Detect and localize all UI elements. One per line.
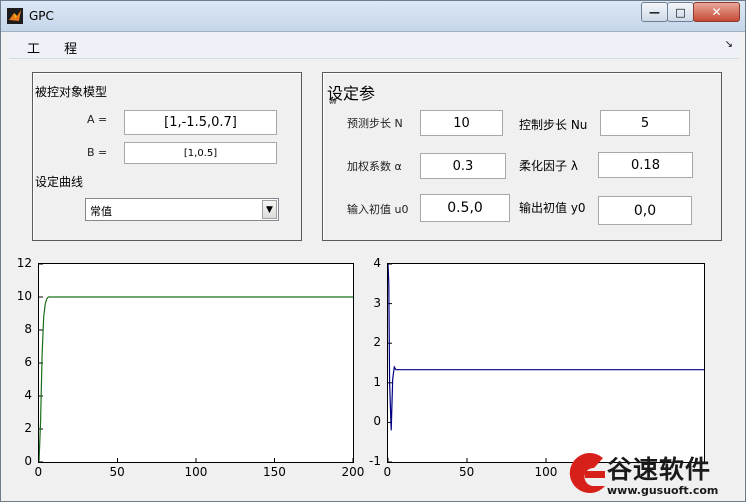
matlab-app-icon <box>7 8 23 24</box>
control-signal-svg <box>387 263 704 463</box>
y-tick-label: 0 <box>24 454 32 468</box>
main-window: GPC — □ ✕ 工 程 ↘ 被控对象模型 A = [1,-1.5,0.7] … <box>0 0 746 502</box>
window-title: GPC <box>29 9 54 23</box>
plant-model-heading: 被控对象模型 <box>35 85 108 99</box>
chevron-down-icon[interactable]: ▼ <box>262 200 277 219</box>
x-tick-label: 0 <box>34 465 43 479</box>
prediction-horizon-input[interactable]: 10 <box>420 110 503 136</box>
y-tick-label: 12 <box>16 256 32 270</box>
control-horizon-label: 控制步长 Nu <box>519 118 588 132</box>
b-polynomial-input[interactable]: [1,0.5] <box>124 142 277 164</box>
maximize-button[interactable]: □ <box>667 2 694 22</box>
maximize-icon: □ <box>675 5 686 19</box>
menu-bar: 工 程 ↘ <box>9 33 739 59</box>
y-tick-label: 10 <box>16 289 32 303</box>
title-bar: GPC — □ ✕ <box>1 1 745 32</box>
x-tick-label: 150 <box>263 465 286 479</box>
toolbar-toggle-icon[interactable]: ↘ <box>725 39 733 50</box>
x-tick-label: 50 <box>459 465 475 479</box>
series-line <box>38 296 353 463</box>
y-tick-label: 1 <box>373 374 381 389</box>
softening-factor-input[interactable]: 0.18 <box>598 152 693 178</box>
a-polynomial-input[interactable]: [1,-1.5,0.7] <box>124 110 277 135</box>
initial-output-field[interactable]: 0,0 <box>598 196 692 225</box>
minimize-icon: — <box>649 5 660 19</box>
close-button[interactable]: ✕ <box>693 2 740 22</box>
close-icon: ✕ <box>711 5 722 19</box>
output-response-plot <box>38 263 354 463</box>
site-logo-icon <box>569 453 605 494</box>
watermark-title: 谷速软件 <box>607 455 712 484</box>
y-tick-label: 6 <box>24 355 32 369</box>
output-response-svg <box>38 263 354 463</box>
initial-output-label: 输出初值 y0 <box>519 201 586 215</box>
initial-input-label: 输入初值 u0 <box>347 203 409 216</box>
watermark-url: www.gusuoft.com <box>607 484 719 497</box>
y-tick-label: 8 <box>24 322 32 336</box>
y-tick-label: 4 <box>24 388 32 402</box>
y-tick-label: 0 <box>373 414 381 429</box>
y-tick-label: 3 <box>373 295 381 310</box>
weighting-coefficient-input[interactable]: 0.3 <box>420 153 506 179</box>
initial-input-field[interactable]: 0.5,0 <box>420 194 510 222</box>
series-line <box>387 263 704 431</box>
site-watermark: 谷速软件 www.gusuoft.com <box>563 446 746 502</box>
setpoint-curve-label: 设定曲线 <box>35 175 84 189</box>
tuning-params-heading-overflow: 数 <box>329 98 337 104</box>
control-signal-plot <box>387 263 705 463</box>
minimize-button[interactable]: — <box>641 2 668 22</box>
control-horizon-input[interactable]: 5 <box>600 110 690 136</box>
y-tick-label: 4 <box>373 256 381 270</box>
y-tick-label: 2 <box>373 335 381 350</box>
b-label: B = <box>87 146 108 159</box>
prediction-horizon-label: 预测步长 N <box>347 117 403 130</box>
x-tick-label: 100 <box>184 465 208 479</box>
weighting-coefficient-label: 加权系数 α <box>347 160 402 173</box>
x-tick-label: 50 <box>109 465 125 479</box>
setpoint-curve-value: 常值 <box>90 205 112 218</box>
x-tick-label: 0 <box>383 465 392 479</box>
y-tick-label: -1 <box>369 454 381 468</box>
menu-item-project[interactable]: 工 程 <box>27 38 87 57</box>
x-tick-label: 100 <box>534 465 558 479</box>
x-tick-label: 200 <box>341 465 365 479</box>
softening-factor-label: 柔化因子 λ <box>519 159 578 173</box>
a-label: A = <box>87 113 108 126</box>
setpoint-curve-select[interactable]: 常值 ▼ <box>85 198 279 221</box>
y-tick-label: 2 <box>24 421 32 435</box>
